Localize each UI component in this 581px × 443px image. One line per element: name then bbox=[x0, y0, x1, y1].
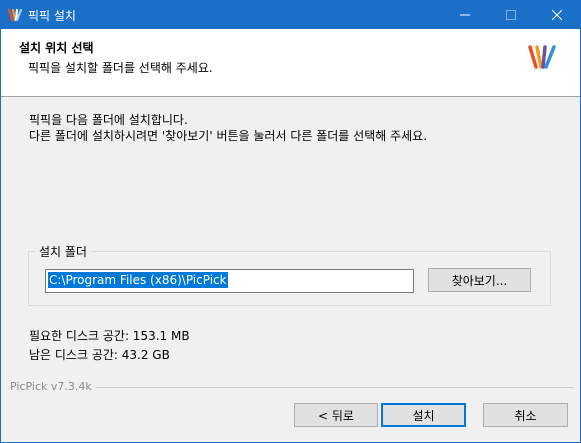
footer-divider bbox=[96, 387, 574, 388]
installer-window: 픽픽 설치 설치 위치 선택 픽픽을 설치할 폴더를 선택해 주세요. 픽픽을 … bbox=[0, 0, 581, 443]
install-folder-label: 설치 폴더 bbox=[35, 243, 91, 260]
close-icon bbox=[552, 10, 562, 20]
minimize-button[interactable] bbox=[442, 1, 488, 29]
version-label: PicPick v7.3.4k bbox=[10, 380, 92, 393]
minimize-icon bbox=[460, 14, 470, 16]
picpick-logo-icon bbox=[7, 8, 23, 22]
maximize-button[interactable] bbox=[488, 1, 534, 29]
maximize-icon bbox=[506, 10, 516, 20]
browse-button[interactable]: 찾아보기... bbox=[428, 268, 531, 292]
cancel-button[interactable]: 취소 bbox=[483, 403, 568, 427]
install-path-value: C:\Program Files (x86)\PicPick bbox=[48, 272, 228, 288]
picpick-logo-icon bbox=[528, 45, 556, 69]
description-line-2: 다른 폴더에 설치하시려면 '찾아보기' 버튼을 눌러서 다른 폴더를 선택해 … bbox=[29, 129, 428, 143]
back-button[interactable]: < 뒤로 bbox=[294, 403, 378, 427]
title-bar[interactable]: 픽픽 설치 bbox=[1, 1, 580, 29]
page-header: 설치 위치 선택 픽픽을 설치할 폴더를 선택해 주세요. bbox=[1, 29, 580, 97]
description-line-1: 픽픽을 다음 폴더에 설치합니다. bbox=[29, 113, 188, 127]
install-button[interactable]: 설치 bbox=[381, 403, 466, 427]
page-subtitle: 픽픽을 설치할 폴더를 선택해 주세요. bbox=[28, 61, 213, 75]
required-space: 필요한 디스크 공간: 153.1 MB bbox=[29, 329, 190, 343]
available-space: 남은 디스크 공간: 43.2 GB bbox=[29, 348, 170, 362]
close-button[interactable] bbox=[534, 1, 580, 29]
page-title: 설치 위치 선택 bbox=[19, 41, 94, 55]
install-path-input[interactable]: C:\Program Files (x86)\PicPick bbox=[45, 269, 414, 293]
window-title: 픽픽 설치 bbox=[28, 9, 76, 23]
